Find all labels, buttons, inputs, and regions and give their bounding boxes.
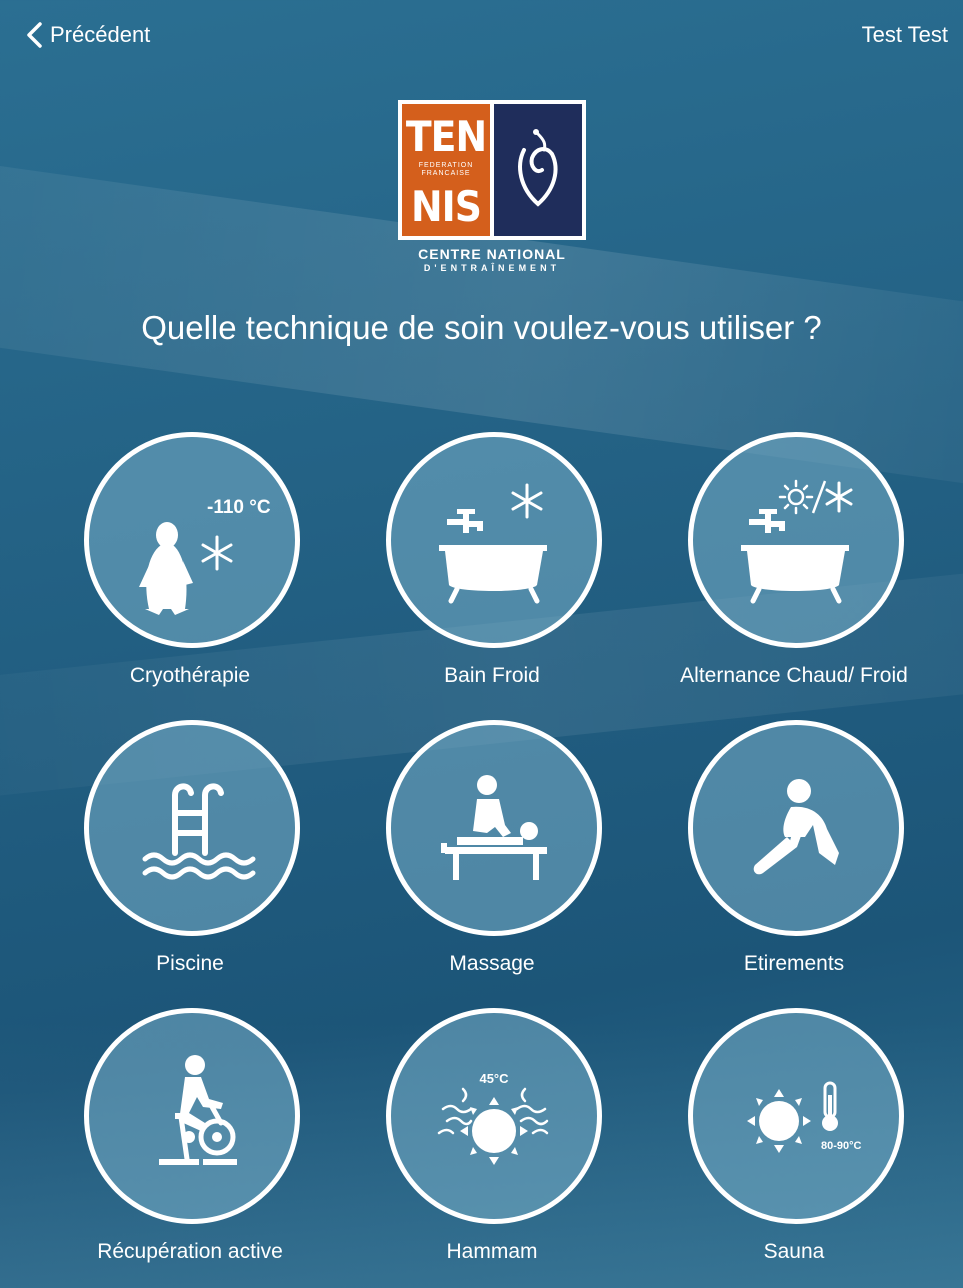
option-circle[interactable]: [84, 1008, 300, 1224]
massage-table-icon: [441, 775, 547, 880]
chevron-left-icon: [27, 22, 42, 48]
option-label: Cryothérapie: [129, 664, 251, 687]
logo-federation-text: FEDERATION FRANCAISE: [418, 162, 474, 177]
temperature-badge: 45°C: [479, 1071, 509, 1086]
pool-ladder-icon: [142, 783, 256, 880]
steam-sun-icon: 45°C: [437, 1071, 549, 1165]
logo-text-nis: NIS: [411, 182, 482, 231]
option-label: Hammam: [446, 1240, 538, 1263]
temperature-badge: -110 °C: [207, 497, 271, 518]
fft-logo: TEN FEDERATION FRANCAISE NIS CENTRE NATI…: [398, 100, 588, 280]
logo-emblem-icon: [518, 129, 558, 207]
logo-frame: TEN FEDERATION FRANCAISE NIS: [398, 100, 586, 240]
bathtub-sun-snowflake-icon: [741, 479, 853, 604]
logo-caption-line1: CENTRE NATIONAL: [418, 246, 566, 262]
temperature-badge: 80-90°C: [821, 1140, 862, 1152]
logo-orange-panel: TEN FEDERATION FRANCAISE NIS: [402, 104, 490, 236]
logo-caption-line2: D'ENTRAÎNEMENT: [423, 263, 561, 273]
logo-navy-panel: [494, 104, 582, 236]
option-label: Alternance Chaud/ Froid: [680, 664, 908, 687]
logo-caption: CENTRE NATIONAL D'ENTRAÎNEMENT: [398, 246, 586, 274]
back-button[interactable]: Précédent: [24, 22, 150, 48]
option-label: Etirements: [743, 952, 845, 975]
option-label: Massage: [449, 952, 535, 975]
option-circle[interactable]: [688, 432, 904, 648]
option-circle[interactable]: 45°C: [386, 1008, 602, 1224]
option-circle[interactable]: -110 °C: [84, 432, 300, 648]
bathtub-snowflake-icon: [439, 483, 547, 604]
sun-thermometer-icon: 80-90°C: [747, 1081, 862, 1153]
page-title: Quelle technique de soin voulez-vous uti…: [141, 309, 822, 346]
user-name[interactable]: Test Test: [862, 22, 948, 48]
back-button-label: Précédent: [50, 22, 151, 47]
exercise-bike-icon: [159, 1055, 237, 1165]
navigation-bar: Précédent Test Test: [0, 0, 963, 70]
option-circle[interactable]: [386, 432, 602, 648]
option-circle[interactable]: [84, 720, 300, 936]
option-label: Sauna: [763, 1240, 825, 1263]
option-circle[interactable]: [386, 720, 602, 936]
stretching-person-icon: [753, 779, 839, 875]
penguin-snowflake-icon: -110 °C: [139, 497, 271, 615]
logo-text-ten: TEN: [405, 112, 487, 161]
option-circle[interactable]: 80-90°C: [688, 1008, 904, 1224]
option-label: Bain Froid: [444, 664, 540, 687]
option-label: Récupération active: [97, 1240, 283, 1263]
option-label: Piscine: [156, 952, 224, 975]
option-circle[interactable]: [688, 720, 904, 936]
